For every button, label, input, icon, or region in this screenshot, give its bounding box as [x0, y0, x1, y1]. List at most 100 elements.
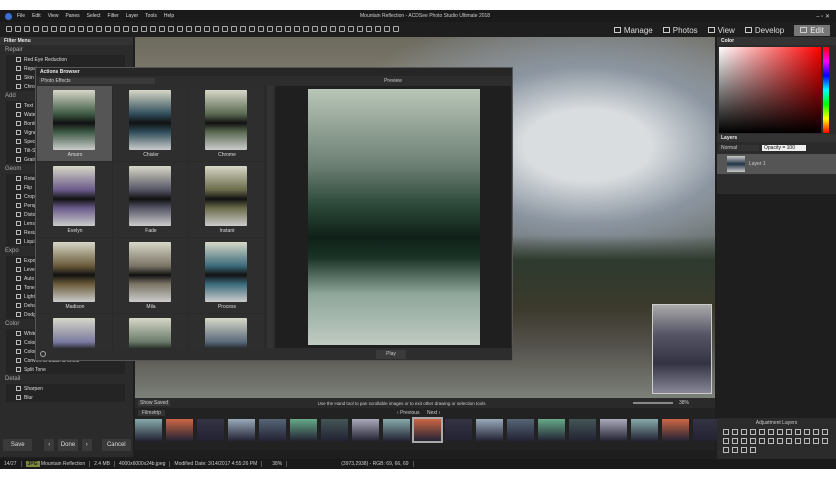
menu-panes[interactable]: Panes	[65, 13, 79, 19]
adjustment-icon[interactable]	[741, 429, 747, 435]
adjustment-icon[interactable]	[723, 438, 729, 444]
filmstrip-thumbnail[interactable]	[228, 419, 255, 441]
tool-icon[interactable]	[78, 26, 84, 32]
tool-icon[interactable]	[249, 26, 255, 32]
play-button[interactable]: Play	[376, 350, 406, 359]
opacity-field[interactable]: Opacity = 100	[762, 145, 806, 151]
tool-icon[interactable]	[6, 26, 12, 32]
filmstrip-thumbnail[interactable]	[166, 419, 193, 441]
layer-row[interactable]: Layer 1	[717, 154, 836, 174]
tool-icon[interactable]	[321, 26, 327, 32]
tool-icon[interactable]	[393, 26, 399, 32]
tool-icon[interactable]	[33, 26, 39, 32]
section-repair[interactable]: Repair	[0, 45, 133, 55]
color-picker[interactable]	[719, 47, 821, 133]
adjustment-icon[interactable]	[795, 438, 801, 444]
adjustment-icon[interactable]	[786, 429, 792, 435]
tool-icon[interactable]	[42, 26, 48, 32]
filter-item[interactable]: Split Tone	[6, 365, 125, 374]
filmstrip-thumbnail[interactable]	[662, 419, 689, 441]
filmstrip-thumbnail[interactable]	[135, 419, 162, 441]
adjustment-icon[interactable]	[723, 447, 729, 453]
tool-icon[interactable]	[357, 26, 363, 32]
adjustment-icon[interactable]	[759, 438, 765, 444]
mode-photos[interactable]: Photos	[662, 26, 698, 35]
tool-icon[interactable]	[222, 26, 228, 32]
hue-slider[interactable]	[823, 47, 829, 133]
tool-icon[interactable]	[150, 26, 156, 32]
tool-icon[interactable]	[204, 26, 210, 32]
effect-cell[interactable]: Chisler	[113, 86, 188, 161]
tool-icon[interactable]	[87, 26, 93, 32]
effect-cell[interactable]	[113, 314, 188, 348]
tool-icon[interactable]	[114, 26, 120, 32]
zoom-slider[interactable]	[632, 402, 673, 404]
tool-icon[interactable]	[330, 26, 336, 32]
menu-filter[interactable]: Filter	[108, 13, 119, 19]
adjustment-icon[interactable]	[768, 438, 774, 444]
grid-scrollbar[interactable]	[267, 86, 273, 348]
tool-icon[interactable]	[366, 26, 372, 32]
filmstrip-thumbnail[interactable]	[631, 419, 658, 441]
filter-item[interactable]: Blur	[6, 393, 125, 402]
save-button[interactable]: Save	[3, 439, 33, 451]
tool-icon[interactable]	[168, 26, 174, 32]
tool-icon[interactable]	[51, 26, 57, 32]
tool-icon[interactable]	[159, 26, 165, 32]
previous-button[interactable]: ‹	[44, 439, 55, 451]
effect-cell[interactable]: Evelyn	[37, 162, 112, 237]
tool-icon[interactable]	[96, 26, 102, 32]
show-saved-button[interactable]: Show Saved	[138, 400, 171, 406]
adjustment-icon[interactable]	[795, 429, 801, 435]
tool-icon[interactable]	[195, 26, 201, 32]
adjustment-icon[interactable]	[750, 429, 756, 435]
adjustment-icon[interactable]	[741, 438, 747, 444]
filmstrip-thumbnail[interactable]	[321, 419, 348, 441]
tool-icon[interactable]	[231, 26, 237, 32]
tool-icon[interactable]	[303, 26, 309, 32]
adjustment-icon[interactable]	[813, 429, 819, 435]
blend-mode-select[interactable]: Normal	[719, 145, 759, 151]
effect-cell[interactable]: Mila	[113, 238, 188, 313]
next-button[interactable]: ›	[81, 439, 92, 451]
filmstrip-next[interactable]: Next ›	[427, 410, 440, 416]
menu-layer[interactable]: Layer	[126, 13, 139, 19]
mode-edit[interactable]: Edit	[794, 24, 830, 36]
effect-cell[interactable]: Amaro	[37, 86, 112, 161]
tool-icon[interactable]	[60, 26, 66, 32]
filmstrip-thumbnail[interactable]	[352, 419, 379, 441]
filmstrip-thumbnail[interactable]	[259, 419, 286, 441]
tool-icon[interactable]	[312, 26, 318, 32]
tool-icon[interactable]	[348, 26, 354, 32]
adjustment-icon[interactable]	[750, 447, 756, 453]
section-detail[interactable]: Detail	[0, 374, 133, 384]
effect-cell[interactable]: Madison	[37, 238, 112, 313]
menu-edit[interactable]: Edit	[32, 13, 41, 19]
adjustment-icon[interactable]	[732, 438, 738, 444]
filmstrip-thumbnail[interactable]	[693, 419, 720, 441]
tool-icon[interactable]	[123, 26, 129, 32]
adjustment-icon[interactable]	[732, 429, 738, 435]
window-controls[interactable]: – ▫ ✕	[816, 13, 830, 20]
tool-icon[interactable]	[294, 26, 300, 32]
filter-item[interactable]: Sharpen	[6, 384, 125, 393]
adjustment-icon[interactable]	[804, 429, 810, 435]
adjustment-icon[interactable]	[786, 438, 792, 444]
effect-cell[interactable]: Process	[189, 238, 264, 313]
filmstrip-thumbnail[interactable]	[600, 419, 627, 441]
cancel-button[interactable]: Cancel	[101, 439, 131, 451]
menu-help[interactable]: Help	[164, 13, 174, 19]
filmstrip-thumbnail[interactable]	[507, 419, 534, 441]
tool-icon[interactable]	[276, 26, 282, 32]
filmstrip-thumbnail[interactable]	[476, 419, 503, 441]
help-icon[interactable]	[40, 351, 46, 357]
effect-cell[interactable]: Fade	[113, 162, 188, 237]
mode-view[interactable]: View	[707, 26, 735, 35]
adjustment-icon[interactable]	[822, 429, 828, 435]
tool-icon[interactable]	[69, 26, 75, 32]
mode-develop[interactable]: Develop	[744, 26, 784, 35]
adjustment-icon[interactable]	[750, 438, 756, 444]
tool-icon[interactable]	[375, 26, 381, 32]
adjustment-icon[interactable]	[777, 438, 783, 444]
category-select[interactable]: Photo Effects	[39, 77, 155, 84]
